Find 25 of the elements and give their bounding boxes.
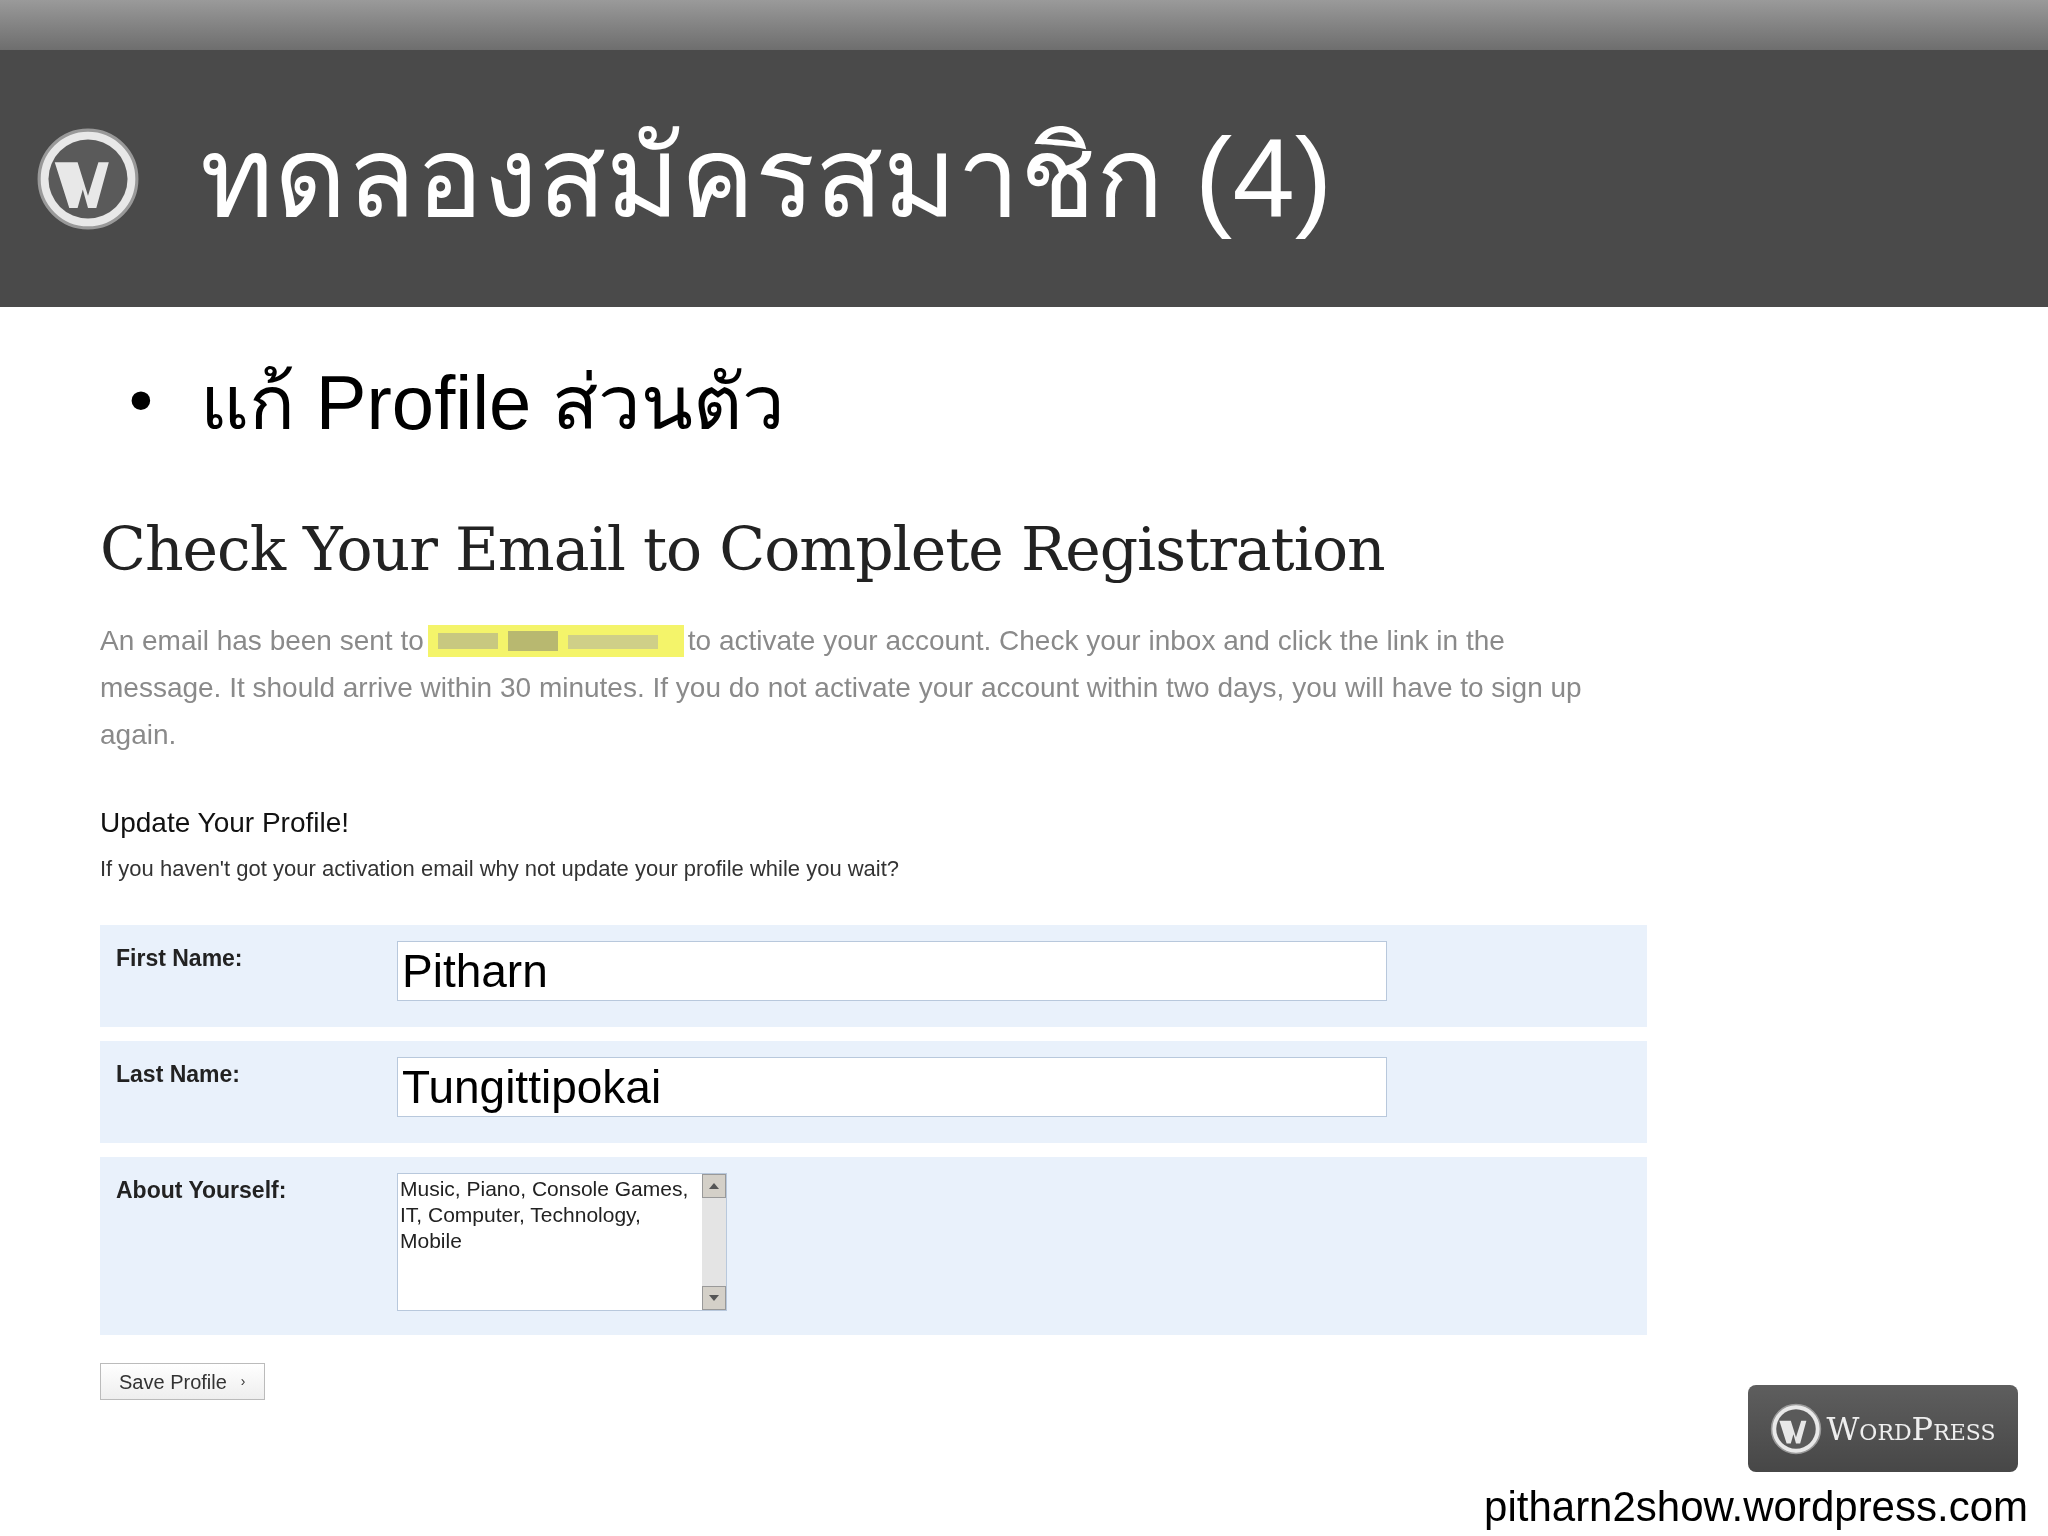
text-field[interactable]: Tungittipokai [397,1057,1387,1117]
slide-title: ทดลองสมัครสมาชิก (4) [200,114,1332,243]
scroll-down-icon[interactable] [702,1286,726,1310]
subheading: Update Your Profile! [100,806,351,840]
logo-text: WordPress [1826,1408,1996,1450]
site-url: pitharn2show.wordpress.com [1484,1486,2028,1528]
text-area-value: Music, Piano, Console Games, IT, Computer, Technology, Mobile [399,1176,690,1254]
scrollbar[interactable] [702,1174,726,1310]
scroll-up-icon[interactable] [702,1174,726,1198]
wordpress-logo-icon [1770,1402,1823,1455]
field-label: First Name: [116,944,244,973]
text-field[interactable]: Pitharn [397,941,1387,1001]
bullet-text: แก้ Profile ส่วนตัว [199,365,786,441]
field-label: Last Name: [116,1060,241,1089]
wordpress-logo-icon [36,126,140,231]
save-profile-button[interactable]: Save Profile › [100,1363,265,1400]
message-text: to activate your account. Check your inbox and click the link in the [687,624,1505,658]
caret-icon: › [240,1371,246,1392]
message-text: An email has been sent to [100,624,424,658]
message-text: message. It should arrive within 30 minutes. If you do not activate your account within two days, you will have to sign up [100,671,1582,705]
field-label: About Yourself: [116,1176,288,1205]
text-area[interactable]: Music, Piano, Console Games, IT, Computer, Technology, Mobile [397,1173,727,1311]
subtext: If you haven't got your activation email why not update your profile while you wait? [100,855,901,883]
message-text: again. [100,718,177,752]
bullet: • [122,371,160,435]
